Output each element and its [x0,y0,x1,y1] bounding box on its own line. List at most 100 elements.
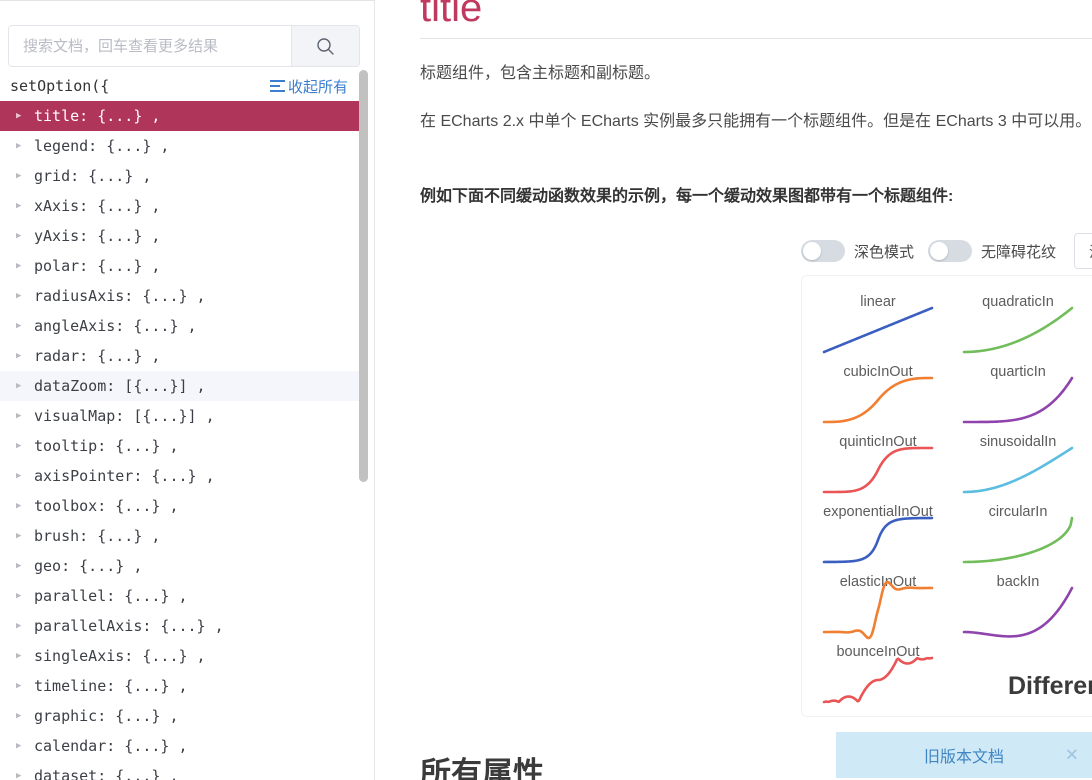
option-tree-item[interactable]: ▶ timeline: {...} , [0,671,360,701]
option-tree-item[interactable]: ▶ title: {...} , [0,101,360,131]
caret-right-icon[interactable]: ▶ [16,201,30,211]
option-tree-item-label: legend: {...} , [34,137,170,155]
caret-right-icon[interactable]: ▶ [16,141,30,151]
option-tree-item[interactable]: ▶ axisPointer: {...} , [0,461,360,491]
option-tree-item[interactable]: ▶ legend: {...} , [0,131,360,161]
chart-cell-title: linear [860,294,896,310]
caret-right-icon[interactable]: ▶ [16,711,30,721]
option-tree-item-label: dataZoom: [{...}] , [34,377,206,395]
easing-curve [822,516,934,564]
caret-right-icon[interactable]: ▶ [16,351,30,361]
accessibility-pattern-toggle[interactable] [928,240,973,262]
list-icon [269,79,285,93]
option-tree-item[interactable]: ▶ toolbox: {...} , [0,491,360,521]
option-tree-item[interactable]: ▶ dataset: {...} , [0,761,360,780]
option-tree-item-label: xAxis: {...} , [34,197,161,215]
option-tree-item-label: parallelAxis: {...} , [34,617,224,635]
option-tree-item-label: polar: {...} , [34,257,161,275]
caret-right-icon[interactable]: ▶ [16,621,30,631]
caret-right-icon[interactable]: ▶ [16,771,30,780]
caret-right-icon[interactable]: ▶ [16,291,30,301]
option-tree-item-label: singleAxis: {...} , [34,647,206,665]
caret-right-icon[interactable]: ▶ [16,471,30,481]
option-tree-item[interactable]: ▶ calendar: {...} , [0,731,360,761]
option-tree-item-label: geo: {...} , [34,557,143,575]
caret-right-icon[interactable]: ▶ [16,651,30,661]
option-tree-item[interactable]: ▶ tooltip: {...} , [0,431,360,461]
option-tree-item-label: parallel: {...} , [34,587,188,605]
caret-right-icon[interactable]: ▶ [16,261,30,271]
intro-paragraph-1: 标题组件，包含主标题和副标题。 [420,65,661,82]
chart-cell-title: circularIn [989,504,1048,520]
easing-curve [822,446,934,494]
option-tree-item[interactable]: ▶ singleAxis: {...} , [0,641,360,671]
option-tree-item-label: calendar: {...} , [34,737,188,755]
option-tree-item-label: toolbox: {...} , [34,497,179,515]
option-tree-item[interactable]: ▶ visualMap: [{...}] , [0,401,360,431]
option-tree-item-label: tooltip: {...} , [34,437,179,455]
caret-right-icon[interactable]: ▶ [16,171,30,181]
toggle-knob [803,242,821,260]
legacy-docs-link[interactable]: 旧版本文档 [850,743,1078,767]
caret-right-icon[interactable]: ▶ [16,591,30,601]
caret-right-icon[interactable]: ▶ [16,681,30,691]
caret-right-icon[interactable]: ▶ [16,561,30,571]
option-tree-item[interactable]: ▶ grid: {...} , [0,161,360,191]
option-tree-item[interactable]: ▶ yAxis: {...} , [0,221,360,251]
option-tree-item-label: axisPointer: {...} , [34,467,215,485]
option-tree-item[interactable]: ▶ xAxis: {...} , [0,191,360,221]
option-tree-item-label: radiusAxis: {...} , [34,287,206,305]
caret-right-icon[interactable]: ▶ [16,111,30,121]
chart-title: Different Easing Functions [1008,672,1092,700]
dark-mode-toggle[interactable] [801,240,845,262]
sidebar-scrollbar-thumb[interactable] [359,70,368,482]
caret-right-icon[interactable]: ▶ [16,441,30,451]
option-tree-item-label: angleAxis: {...} , [34,317,197,335]
caret-right-icon[interactable]: ▶ [16,501,30,511]
main-content: title 标题组件，包含主标题和副标题。 在 ECharts 2.x 中单个 … [376,0,1092,780]
easing-curve [962,516,1074,564]
search-box[interactable] [8,25,360,67]
chart-cell-title: backIn [997,574,1040,590]
search-input[interactable] [9,26,291,66]
sidebar-scrollbar-track[interactable] [359,1,368,780]
chart-cell-title: bounceInOut [836,644,919,660]
option-tree-item[interactable]: ▶ polar: {...} , [0,251,360,281]
easing-curve [962,376,1074,424]
chart-cell-title: cubicInOut [843,364,912,380]
option-tree-item[interactable]: ▶ radiusAxis: {...} , [0,281,360,311]
option-tree-item[interactable]: ▶ parallel: {...} , [0,581,360,611]
demo-toolbar: 深色模式 无障碍花纹 渲染设置 5.3.3 ⌄ [801,233,1092,269]
option-tree-item[interactable]: ▶ dataZoom: [{...}] , [0,371,360,401]
close-icon[interactable]: ✕ [1065,747,1079,764]
toggle-knob [930,242,949,260]
option-tree-item-label: dataset: {...} , [34,767,179,780]
option-tree-item[interactable]: ▶ graphic: {...} , [0,701,360,731]
echarts-docs-page: setOption({ 收起所有 ▶ title: {...} , ▶ legend:… [0,0,1092,780]
sidebar: setOption({ 收起所有 ▶ title: {...} , ▶ legend:… [0,1,375,780]
caret-right-icon[interactable]: ▶ [16,231,30,241]
option-tree-item[interactable]: ▶ parallelAxis: {...} , [0,611,360,641]
option-tree-item[interactable]: ▶ angleAxis: {...} , [0,311,360,341]
render-settings-button[interactable]: 渲染设置 [1074,233,1092,269]
easing-functions-chart[interactable]: linearquadraticInquadraticOutquadraticIn… [801,275,1092,717]
option-tree-item-label: graphic: {...} , [34,707,179,725]
option-tree-item[interactable]: ▶ brush: {...} , [0,521,360,551]
chart-cell-title: quadraticIn [982,294,1054,310]
accessibility-pattern-label: 无障碍花纹 [981,243,1057,261]
caret-right-icon[interactable]: ▶ [16,381,30,391]
caret-right-icon[interactable]: ▶ [16,531,30,541]
chart-cell-title: sinusoidalIn [980,434,1057,450]
tree-header: setOption({ 收起所有 [0,71,360,101]
caret-right-icon[interactable]: ▶ [16,321,30,331]
caret-right-icon[interactable]: ▶ [16,741,30,751]
caret-right-icon[interactable]: ▶ [16,411,30,421]
option-tree-item[interactable]: ▶ geo: {...} , [0,551,360,581]
legacy-docs-notice[interactable]: 旧版本文档 ✕ [836,732,1092,778]
collapse-all-label: 收起所有 [287,78,348,96]
collapse-all-button[interactable]: 收起所有 [269,76,348,97]
option-tree-item-label: timeline: {...} , [34,677,188,695]
search-button[interactable] [291,26,359,66]
option-tree-item[interactable]: ▶ radar: {...} , [0,341,360,371]
search-icon [317,37,334,55]
